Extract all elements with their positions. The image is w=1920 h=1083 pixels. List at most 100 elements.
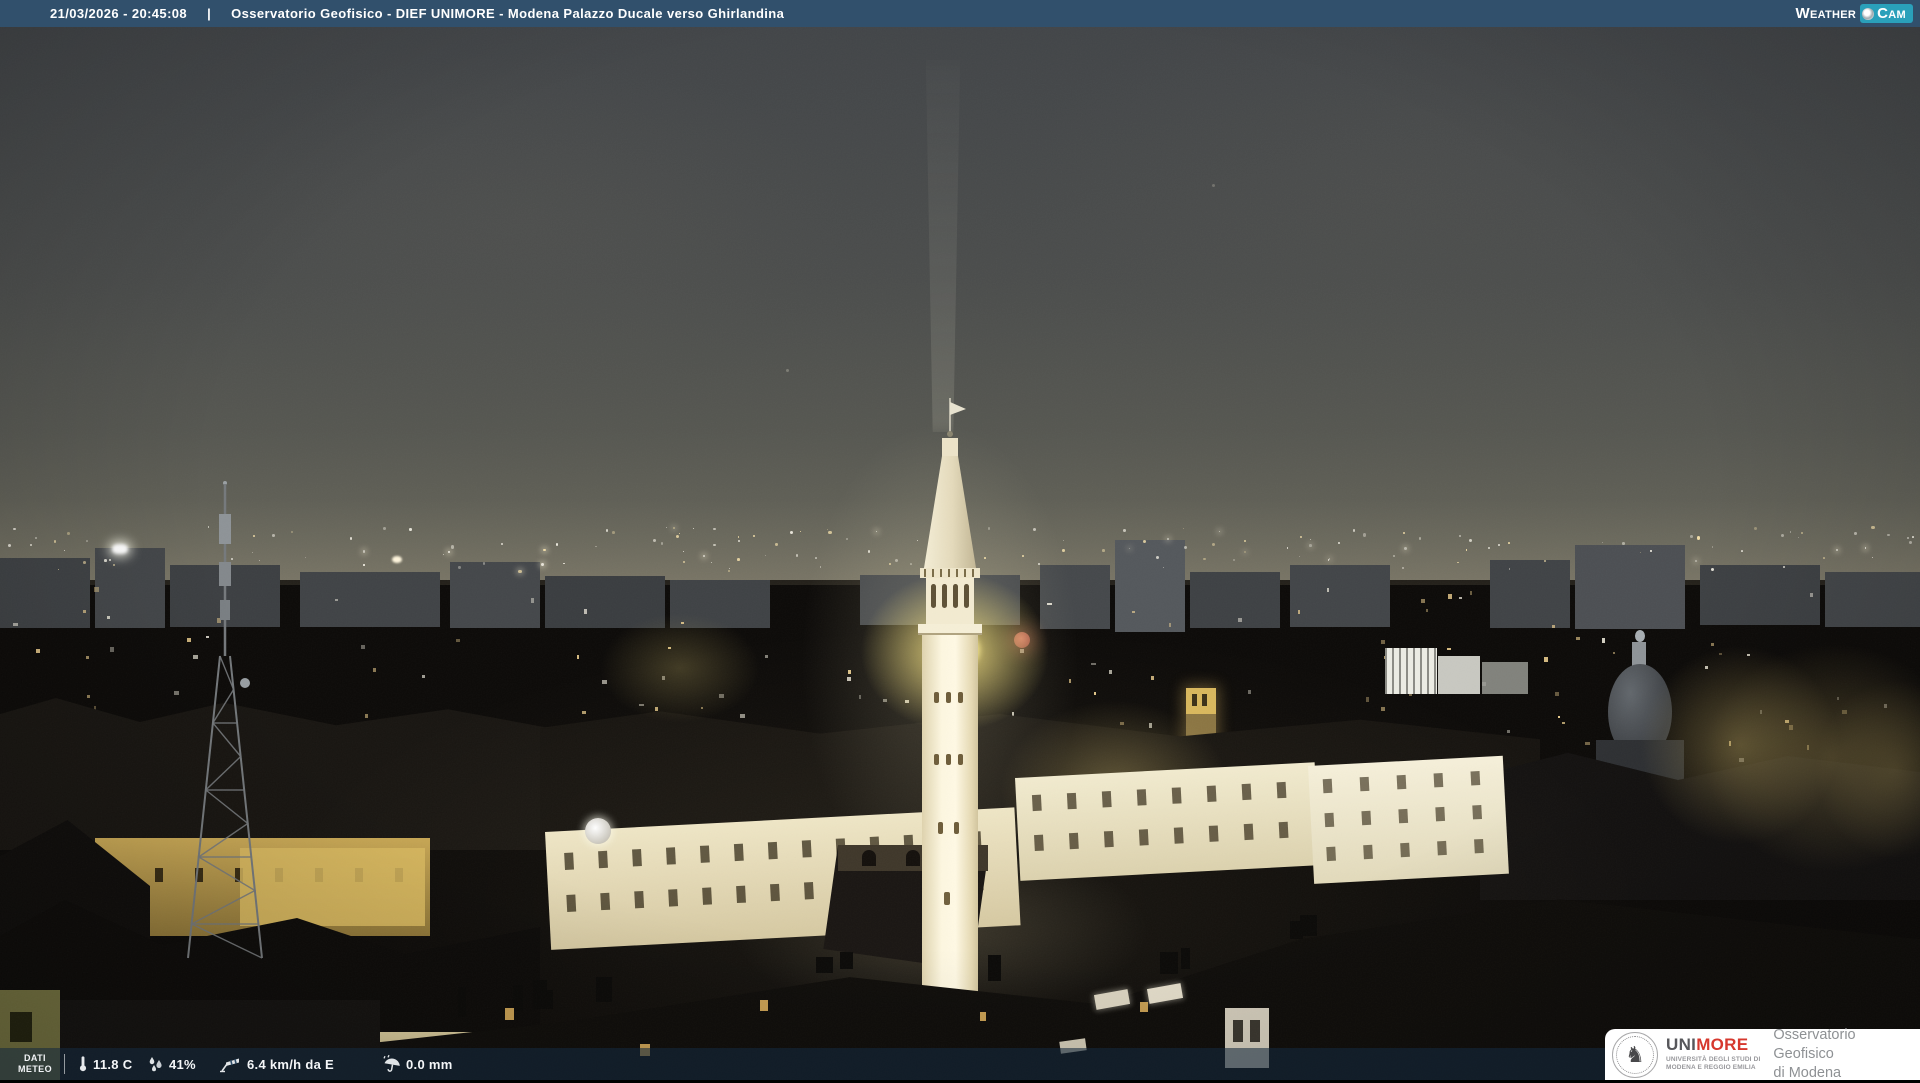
facade-window bbox=[1101, 791, 1112, 808]
facade-window bbox=[1363, 844, 1373, 860]
lit-window bbox=[1420, 598, 1426, 603]
humidity-value: 41% bbox=[169, 1056, 196, 1072]
city-light bbox=[1243, 540, 1246, 543]
city-light bbox=[543, 548, 546, 552]
facade-window bbox=[566, 894, 577, 912]
distant-building bbox=[1290, 565, 1390, 627]
sky-haze bbox=[1020, 0, 1780, 370]
facade-window bbox=[1322, 778, 1333, 794]
city-light bbox=[409, 528, 412, 531]
lit-window bbox=[1458, 596, 1463, 600]
ghirlandina-tower bbox=[918, 398, 982, 1052]
facade-window bbox=[665, 847, 676, 865]
lit-window bbox=[1809, 593, 1814, 597]
city-light bbox=[1155, 555, 1159, 559]
city-light bbox=[7, 544, 11, 547]
city-light bbox=[728, 567, 730, 569]
facade-window bbox=[600, 892, 611, 911]
loggia-arch bbox=[862, 850, 876, 866]
chimney bbox=[1289, 920, 1303, 939]
distant-building bbox=[1115, 540, 1185, 632]
city-light bbox=[713, 527, 716, 531]
wind-icon bbox=[218, 1048, 242, 1080]
unimore-suffix: MORE bbox=[1696, 1035, 1749, 1055]
lit-window bbox=[107, 616, 111, 619]
lit-window bbox=[1327, 587, 1330, 592]
unimore-sub1: UNIVERSITÀ DEGLI STUDI DI bbox=[1666, 1055, 1761, 1063]
distant-building bbox=[1575, 545, 1685, 629]
city-light bbox=[652, 538, 656, 542]
dati-meteo-badge[interactable]: DATI METEO bbox=[8, 1048, 62, 1080]
lit-window bbox=[1448, 593, 1452, 599]
facade-window bbox=[699, 845, 710, 863]
city-light bbox=[67, 532, 70, 535]
distant-building bbox=[450, 562, 540, 628]
city-light bbox=[595, 545, 597, 548]
facade-window bbox=[1171, 787, 1182, 804]
city-light bbox=[1689, 535, 1693, 539]
sky-haze bbox=[190, 50, 850, 390]
rain-icon bbox=[381, 1048, 403, 1080]
city-light bbox=[1823, 557, 1825, 559]
chimney bbox=[1160, 952, 1178, 975]
badge-line2: METEO bbox=[17, 1064, 52, 1074]
lit-tree bbox=[1815, 680, 1920, 860]
thermometer-icon bbox=[74, 1048, 92, 1080]
weathercam-word-cam: Cam bbox=[1877, 5, 1906, 22]
facade-window bbox=[702, 887, 713, 905]
city-light bbox=[1912, 536, 1914, 538]
city-light bbox=[1696, 536, 1700, 540]
facade-window bbox=[668, 889, 679, 907]
lit-window bbox=[109, 647, 114, 652]
city-light bbox=[660, 542, 663, 545]
city-light bbox=[1102, 549, 1105, 552]
city-light bbox=[13, 527, 16, 531]
city-light bbox=[1211, 542, 1215, 546]
badge-divider bbox=[64, 1054, 65, 1074]
facade-window bbox=[770, 883, 780, 902]
lit-window bbox=[86, 656, 89, 659]
chimney bbox=[1181, 948, 1191, 969]
star bbox=[1212, 184, 1215, 187]
lit-window bbox=[1298, 610, 1301, 615]
timestamp: 21/03/2026 - 20:45:08 bbox=[50, 6, 188, 21]
facade-window bbox=[1400, 842, 1410, 858]
lit-window bbox=[1131, 610, 1136, 614]
facade-window bbox=[1208, 825, 1219, 842]
city-light bbox=[1836, 548, 1838, 551]
distant-building bbox=[1490, 560, 1570, 628]
facade-window bbox=[1278, 821, 1289, 839]
city-light bbox=[612, 531, 615, 535]
lit-window bbox=[1469, 591, 1473, 595]
header-bar: 21/03/2026 - 20:45:08 | Osservatorio Geo… bbox=[0, 0, 1920, 27]
distant-building bbox=[0, 558, 90, 628]
city-light bbox=[752, 534, 755, 537]
weathercam-logo[interactable]: Weather Cam bbox=[1795, 4, 1913, 23]
facade-window bbox=[1034, 834, 1044, 852]
facade-window bbox=[1437, 840, 1447, 856]
lit-window bbox=[335, 598, 338, 602]
white-building bbox=[1308, 755, 1509, 884]
weathercam-word-weather: Weather bbox=[1795, 5, 1857, 22]
page-title: Osservatorio Geofisico - DIEF UNIMORE - … bbox=[231, 6, 785, 21]
facade-window bbox=[1276, 781, 1287, 799]
chimney bbox=[815, 957, 833, 973]
city-light bbox=[363, 564, 365, 566]
antenna-tower bbox=[187, 481, 263, 959]
lit-roof-window bbox=[1140, 1002, 1148, 1012]
facade-window bbox=[803, 882, 814, 900]
facade-window bbox=[1103, 830, 1114, 848]
branding-card[interactable]: ♞ UNIMORE UNIVERSITÀ DEGLI STUDI DI MODE… bbox=[1605, 1027, 1920, 1081]
facade-window bbox=[564, 852, 575, 871]
city-light bbox=[1508, 541, 1510, 544]
facade-window bbox=[1068, 832, 1079, 850]
lit-roof-window bbox=[980, 1012, 986, 1021]
lit-roof-window bbox=[760, 1000, 768, 1011]
facade-window bbox=[598, 850, 608, 869]
chimney-vent bbox=[1233, 1020, 1243, 1042]
lit-window bbox=[1426, 609, 1429, 612]
facade-window bbox=[736, 885, 746, 904]
city-light bbox=[1352, 529, 1356, 532]
city-light bbox=[54, 540, 57, 543]
header-separator: | bbox=[207, 6, 212, 21]
